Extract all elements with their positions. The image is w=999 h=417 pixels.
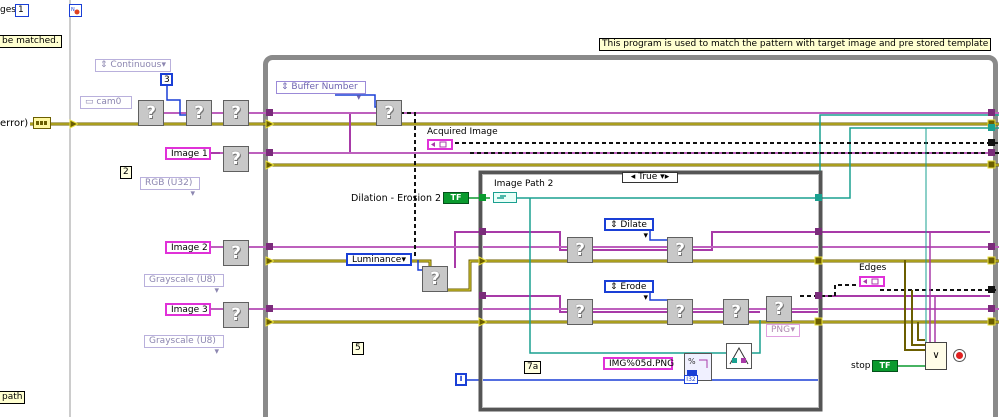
- acquisition-mode-ring[interactable]: ⇕ Continuous ▾: [95, 59, 171, 72]
- case-selector[interactable]: ◂ True ▾▸: [622, 172, 678, 183]
- subvi-dilate-2-icon[interactable]: ?: [667, 237, 693, 263]
- edges-label: Edges: [859, 263, 887, 273]
- up-down-arrows-icon: ⇕: [610, 220, 618, 230]
- subvi-erode-1-icon[interactable]: ?: [567, 299, 593, 325]
- subvi-erode-2-icon[interactable]: ?: [667, 299, 693, 325]
- subvi-grab-buffer-icon[interactable]: ?: [376, 100, 402, 126]
- camera-select[interactable]: ▭ cam0: [80, 96, 132, 109]
- or-gate-icon[interactable]: ∨: [925, 342, 947, 370]
- truncated-label: ges: [0, 5, 16, 15]
- stop-button[interactable]: TF: [872, 360, 898, 372]
- up-down-arrows-icon: ⇕: [281, 82, 289, 92]
- dropdown-arrow-icon: ▾: [401, 255, 406, 265]
- acquired-image-indicator[interactable]: [427, 139, 453, 150]
- dropdown-arrow-icon: ▾: [643, 293, 648, 303]
- file-type-ring[interactable]: PNG ▾: [766, 324, 800, 337]
- bool-wires: [467, 197, 925, 367]
- image-2-control[interactable]: Image 2: [165, 241, 211, 254]
- subvi-create-image-1-icon[interactable]: ?: [223, 146, 249, 172]
- svg-text:%: %: [688, 357, 696, 366]
- left-arrow-icon: ◂: [630, 172, 636, 182]
- right-arrow-icon: ▾▸: [660, 172, 670, 182]
- erode-ring[interactable]: ⇕ Erode ▾: [604, 280, 654, 303]
- luminance-ring[interactable]: Luminance ▾: [346, 253, 412, 266]
- iteration-terminal: i: [455, 373, 467, 386]
- up-down-arrows-icon: ⇕: [100, 60, 108, 70]
- image-3-type-ring[interactable]: Grayscale (U8) ▾: [144, 335, 224, 357]
- dropdown-arrow-icon: ▾: [190, 189, 195, 199]
- path-label: path: [0, 391, 26, 404]
- frame-label-7a: 7a: [524, 361, 542, 374]
- dropdown-arrow-icon: ▾: [643, 231, 648, 241]
- subvi-subtract-icon[interactable]: ?: [723, 299, 749, 325]
- loop-condition-terminal: [953, 349, 966, 362]
- acquired-image-label: Acquired Image: [427, 127, 498, 137]
- error-cluster-terminal[interactable]: [33, 117, 51, 129]
- frame-label-5: 5: [352, 342, 364, 355]
- dilation-erosion-toggle[interactable]: TF: [443, 192, 469, 204]
- numeric-constant-1[interactable]: 1: [15, 4, 29, 17]
- image-path-label: Image Path 2: [494, 179, 554, 189]
- subvi-extract-plane-icon[interactable]: ?: [422, 266, 448, 292]
- filename-format-string[interactable]: IMG%05d.PNG: [603, 357, 674, 370]
- subvi-camera-open-icon[interactable]: ?: [138, 100, 164, 126]
- subvi-create-image-2-icon[interactable]: ?: [223, 240, 249, 266]
- image-1-control[interactable]: Image 1: [165, 147, 211, 160]
- subvi-write-file-icon[interactable]: ?: [766, 296, 792, 322]
- truncated-comment: be matched.: [0, 35, 62, 48]
- dropdown-arrow-icon: ▾: [214, 347, 219, 357]
- image-2-type-ring[interactable]: Grayscale (U8) ▾: [144, 274, 224, 296]
- subvi-dilate-1-icon[interactable]: ?: [567, 237, 593, 263]
- dropdown-arrow-icon: ▾: [214, 286, 219, 296]
- subvi-config-grab-icon[interactable]: ?: [186, 100, 212, 126]
- stop-label: stop: [851, 361, 871, 371]
- camera-icon: ▭: [85, 97, 94, 107]
- dropdown-arrow-icon: ▾: [790, 325, 795, 335]
- dilation-erosion-label: Dilation - Erosion 2: [351, 193, 442, 204]
- subvi-create-image-3-icon[interactable]: ?: [223, 302, 249, 328]
- i32-constant: I32: [684, 375, 698, 384]
- image-1-type-ring[interactable]: RGB (U32) ▾: [140, 177, 200, 199]
- image-3-control[interactable]: Image 3: [165, 303, 211, 316]
- program-description-note: This program is used to match the patter…: [599, 38, 992, 51]
- edges-indicator[interactable]: [859, 276, 885, 287]
- error-cluster-label: error): [0, 118, 29, 129]
- image-path-control[interactable]: [493, 192, 517, 203]
- acquisition-constant[interactable]: 3: [160, 73, 173, 86]
- bundle-icon: N: [69, 4, 82, 17]
- dilate-ring[interactable]: ⇕ Dilate ▾: [604, 218, 654, 241]
- svg-text:N: N: [71, 7, 75, 13]
- dropdown-arrow-icon: ▾: [161, 60, 166, 70]
- refnum-wires: [400, 112, 999, 297]
- up-down-arrows-icon: ⇕: [610, 282, 618, 292]
- frame-label-2: 2: [120, 166, 132, 179]
- dropdown-arrow-icon: ▾: [356, 93, 361, 103]
- subvi-start-acq-icon[interactable]: ?: [223, 100, 249, 126]
- build-path-icon[interactable]: [726, 343, 752, 369]
- buffer-number-ring[interactable]: ⇕ Buffer Number ▾: [276, 81, 366, 103]
